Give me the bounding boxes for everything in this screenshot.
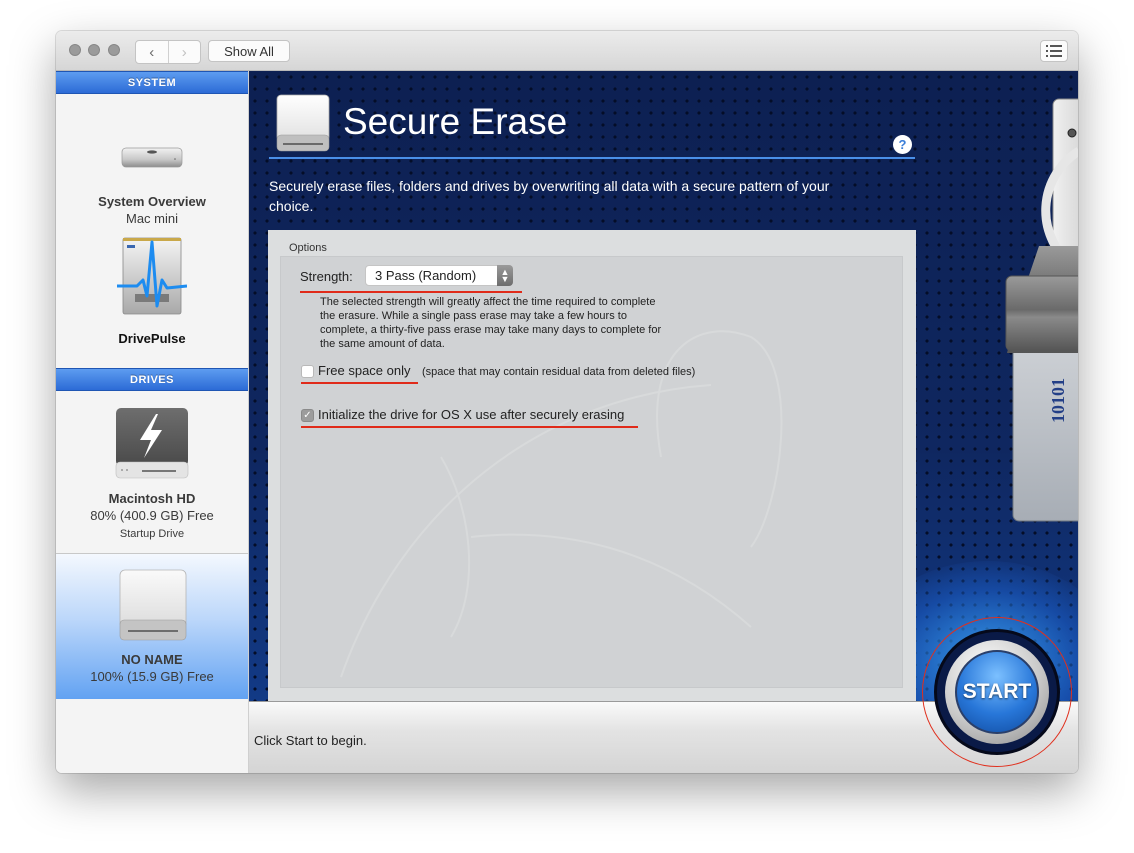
macintosh-hd-startup: Startup Drive xyxy=(119,528,185,540)
question-mark-icon: ? xyxy=(898,137,907,152)
annotation-underline xyxy=(301,382,418,384)
options-group: Strength: 3 Pass (Random) ▲ ▼ The selecte… xyxy=(280,256,903,688)
binary-strip-text: 10101 xyxy=(1048,378,1068,423)
system-overview-label: System Overview xyxy=(98,194,206,209)
minimize-window-button[interactable] xyxy=(88,44,100,56)
page-description: Securely erase files, folders and drives… xyxy=(269,178,830,214)
list-view-icon xyxy=(1046,45,1062,57)
free-space-note: (space that may contain residual data fr… xyxy=(422,366,696,378)
toolbar: ‹ › Show All xyxy=(56,31,1078,71)
drivepulse-icon xyxy=(117,237,187,315)
drivepulse-label: DrivePulse xyxy=(118,331,186,346)
page-title: Secure Erase xyxy=(343,101,568,142)
section-header-system: SYSTEM xyxy=(56,71,248,94)
thunderbolt-drive-icon xyxy=(115,408,189,479)
navigation-buttons: ‹ › xyxy=(135,40,201,64)
section-header-drives: DRIVES xyxy=(56,368,248,391)
strength-select-value: 3 Pass (Random) xyxy=(375,268,477,283)
select-stepper-icon: ▲ ▼ xyxy=(497,265,513,286)
no-name-label: NO NAME xyxy=(121,652,183,667)
app-window: ‹ › Show All SYSTEM System Overview Mac … xyxy=(56,31,1078,773)
chevron-left-icon: ‹ xyxy=(149,43,155,61)
secure-erase-panel: Secure Erase ? Securely erase files, fol… xyxy=(249,71,1078,701)
drive-title-icon xyxy=(276,94,330,152)
sidebar: SYSTEM System Overview Mac mini DrivePul… xyxy=(56,71,249,773)
sidebar-item-macintosh-hd[interactable]: Macintosh HD 80% (400.9 GB) Free Startup… xyxy=(56,391,248,554)
close-window-button[interactable] xyxy=(69,44,81,56)
external-drive-icon xyxy=(119,569,187,641)
zoom-window-button[interactable] xyxy=(108,44,120,56)
start-button[interactable]: START xyxy=(955,650,1039,734)
system-overview-model: Mac mini xyxy=(125,211,178,226)
initialize-label[interactable]: Initialize the drive for OS X use after … xyxy=(318,407,624,422)
chevron-right-icon: › xyxy=(181,43,187,61)
list-view-button[interactable] xyxy=(1040,40,1068,62)
strength-select[interactable]: 3 Pass (Random) ▲ ▼ xyxy=(365,265,513,286)
shredder-illustration: 10101 xyxy=(1005,98,1078,522)
options-group-label: Options xyxy=(289,242,327,254)
annotation-underline xyxy=(301,426,638,428)
free-space-checkbox[interactable] xyxy=(301,365,314,378)
macintosh-hd-free: 80% (400.9 GB) Free xyxy=(90,508,214,523)
back-button[interactable]: ‹ xyxy=(136,41,168,63)
help-button[interactable]: ? xyxy=(893,135,912,154)
show-all-button[interactable]: Show All xyxy=(208,40,290,62)
sidebar-item-drivepulse[interactable]: DrivePulse xyxy=(56,234,248,368)
options-panel: Options Strength: 3 Pass (Random) ▲ ▼ Th… xyxy=(268,230,916,701)
status-text: Click Start to begin. xyxy=(254,733,367,748)
strength-help-text: The selected strength will greatly affec… xyxy=(320,296,662,350)
mac-mini-icon xyxy=(121,147,183,168)
annotation-underline xyxy=(300,291,522,293)
strength-label: Strength: xyxy=(300,269,353,284)
start-button-container: START xyxy=(922,617,1074,769)
title-divider xyxy=(269,157,915,159)
sidebar-item-no-name[interactable]: NO NAME 100% (15.9 GB) Free xyxy=(56,554,248,699)
checkmark-icon: ✓ xyxy=(303,410,312,421)
no-name-free: 100% (15.9 GB) Free xyxy=(90,669,214,684)
forward-button[interactable]: › xyxy=(167,41,201,63)
initialize-checkbox[interactable]: ✓ xyxy=(301,409,314,422)
macintosh-hd-label: Macintosh HD xyxy=(108,491,196,506)
free-space-label[interactable]: Free space only xyxy=(318,363,411,378)
sidebar-item-system-overview[interactable]: System Overview Mac mini xyxy=(56,94,248,234)
